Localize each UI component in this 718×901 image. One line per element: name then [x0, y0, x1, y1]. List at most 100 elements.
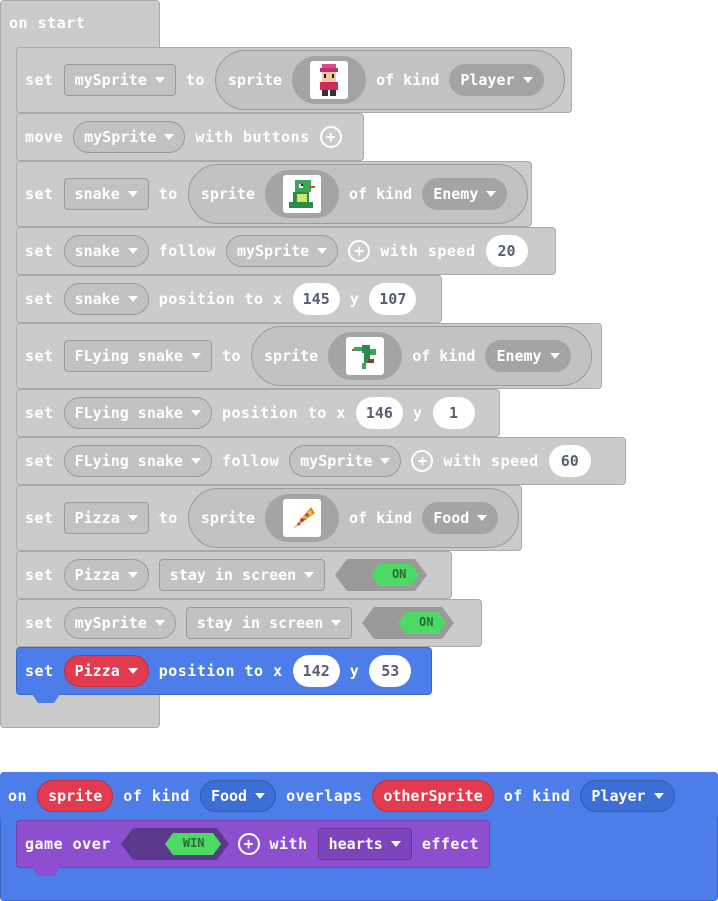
overlap-event-header[interactable]: on sprite of kind Food overlaps otherSpr… [0, 772, 718, 820]
variable-dropdown[interactable]: Pizza [63, 655, 149, 687]
sprite-create-block[interactable]: sprite of kind Food [187, 488, 520, 548]
other-sprite-param-name: otherSprite [383, 787, 483, 805]
y-input[interactable]: 53 [369, 655, 412, 687]
variable-dropdown[interactable]: Pizza [63, 502, 149, 534]
variable-dropdown[interactable]: FLying snake [63, 445, 212, 477]
to-keyword: to [185, 71, 205, 89]
sprite-create-block[interactable]: sprite of kind Enemy [187, 164, 529, 224]
with-speed-keyword: with speed [380, 242, 476, 260]
of-kind-keyword: of kind [412, 347, 476, 365]
sprite-keyword: sprite [200, 185, 255, 203]
sprite-keyword: sprite [264, 347, 319, 365]
variable-dropdown[interactable]: mySprite [63, 607, 176, 639]
chevron-down-icon [549, 353, 560, 359]
add-parameter-icon[interactable]: + [319, 126, 342, 148]
variable-name: Pizza [74, 509, 120, 527]
player-sprite-icon [310, 61, 349, 99]
variable-dropdown[interactable]: mySprite [63, 64, 176, 96]
of-kind-keyword: of kind [503, 787, 571, 805]
variable-dropdown[interactable]: snake [63, 178, 149, 210]
other-sprite-param-dropdown[interactable]: otherSprite [372, 780, 494, 812]
follow-keyword: follow [221, 452, 280, 470]
kind-name: Player [460, 71, 515, 89]
variable-dropdown[interactable]: FLying snake [63, 340, 212, 372]
sprite-image-field[interactable] [265, 170, 339, 218]
win-lose-toggle[interactable]: WIN [120, 828, 229, 860]
game-over-block[interactable]: game over WIN + with hearts effect [16, 820, 490, 868]
chevron-down-icon [127, 668, 138, 674]
chevron-down-icon [127, 572, 138, 578]
variable-name: snake [74, 185, 120, 203]
kind-dropdown[interactable]: Player [449, 64, 544, 96]
variable-dropdown[interactable]: Pizza [63, 559, 149, 591]
with-speed-keyword: with speed [443, 452, 539, 470]
target-dropdown[interactable]: mySprite [225, 235, 339, 267]
set-keyword: set [25, 185, 54, 203]
sprite-create-block[interactable]: sprite of kind Enemy [251, 326, 592, 386]
chevron-down-icon [154, 620, 165, 626]
kind-dropdown[interactable]: Enemy [422, 178, 508, 210]
kind-dropdown[interactable]: Food [422, 502, 499, 534]
chevron-down-icon [317, 248, 328, 254]
set-keyword: set [25, 290, 54, 308]
set-sprite-block[interactable]: set FLying snake to sprite of kind Enemy [16, 323, 602, 389]
flag-dropdown[interactable]: stay in screen [158, 559, 326, 591]
kind-dropdown[interactable]: Food [199, 780, 277, 812]
toggle-label: ON [391, 567, 407, 581]
on-off-toggle[interactable]: ON [335, 559, 428, 591]
set-sprite-block[interactable]: set Pizza to sprite of kind Food [16, 485, 522, 551]
set-keyword: set [25, 662, 54, 680]
speed-input[interactable]: 60 [548, 445, 591, 477]
target-dropdown[interactable]: mySprite [289, 445, 402, 477]
move-with-buttons-block[interactable]: move mySprite with buttons + [16, 113, 364, 161]
sprite-image-field[interactable] [328, 332, 403, 380]
chevron-down-icon [380, 458, 391, 464]
chevron-down-icon [522, 77, 533, 83]
set-keyword: set [25, 71, 54, 89]
variable-dropdown[interactable]: mySprite [73, 121, 186, 153]
add-parameter-icon[interactable]: + [411, 450, 434, 472]
follow-block[interactable]: set FLying snake follow mySprite + with … [16, 437, 626, 485]
set-flag-block[interactable]: set mySprite stay in screen ON [16, 599, 482, 647]
toggle-label: ON [419, 615, 434, 629]
variable-name: FLying snake [74, 452, 183, 470]
effect-dropdown[interactable]: hearts [317, 828, 412, 860]
sprite-param-dropdown[interactable]: sprite [37, 780, 114, 812]
sprite-create-block[interactable]: sprite of kind Player [214, 50, 565, 110]
set-position-block[interactable]: set snake position to x 145 y 107 [16, 275, 442, 323]
set-keyword: set [25, 566, 54, 584]
effect-keyword: effect [421, 835, 479, 853]
set-sprite-block[interactable]: set snake to sprite of kind Enemy [16, 161, 532, 227]
chevron-down-icon [190, 410, 201, 416]
y-input[interactable]: 1 [432, 397, 475, 429]
flag-dropdown[interactable]: stay in screen [185, 607, 353, 639]
kind-name: Enemy [496, 347, 542, 365]
x-input[interactable]: 142 [292, 655, 340, 687]
set-flag-block[interactable]: set Pizza stay in screen ON [16, 551, 452, 599]
sprite-image-field[interactable] [292, 56, 367, 104]
variable-name: Pizza [74, 566, 120, 584]
flying-snake-sprite-icon [346, 337, 385, 375]
x-input[interactable]: 146 [355, 397, 403, 429]
kind-dropdown[interactable]: Player [580, 780, 675, 812]
flag-name: stay in screen [169, 566, 297, 584]
chevron-down-icon [164, 134, 175, 140]
speed-input[interactable]: 20 [485, 235, 528, 267]
follow-keyword: follow [158, 242, 216, 260]
follow-block[interactable]: set snake follow mySprite + with speed 2… [16, 227, 556, 275]
x-input[interactable]: 145 [292, 283, 340, 315]
add-parameter-icon[interactable]: + [237, 833, 260, 855]
variable-dropdown[interactable]: FLying snake [63, 397, 212, 429]
with-buttons-keyword: with buttons [195, 128, 310, 146]
on-off-toggle[interactable]: ON [362, 607, 455, 639]
variable-dropdown[interactable]: snake [63, 235, 149, 267]
sprite-keyword: sprite [227, 71, 283, 89]
set-position-block[interactable]: set Pizza position to x 142 y 53 [16, 647, 432, 695]
variable-dropdown[interactable]: snake [63, 283, 149, 315]
set-sprite-block[interactable]: set mySprite to sprite of kind Player [16, 47, 572, 113]
set-position-block[interactable]: set FLying snake position to x 146 y 1 [16, 389, 500, 437]
y-input[interactable]: 107 [369, 283, 417, 315]
add-parameter-icon[interactable]: + [348, 240, 371, 262]
sprite-image-field[interactable] [265, 494, 339, 542]
kind-dropdown[interactable]: Enemy [485, 340, 571, 372]
